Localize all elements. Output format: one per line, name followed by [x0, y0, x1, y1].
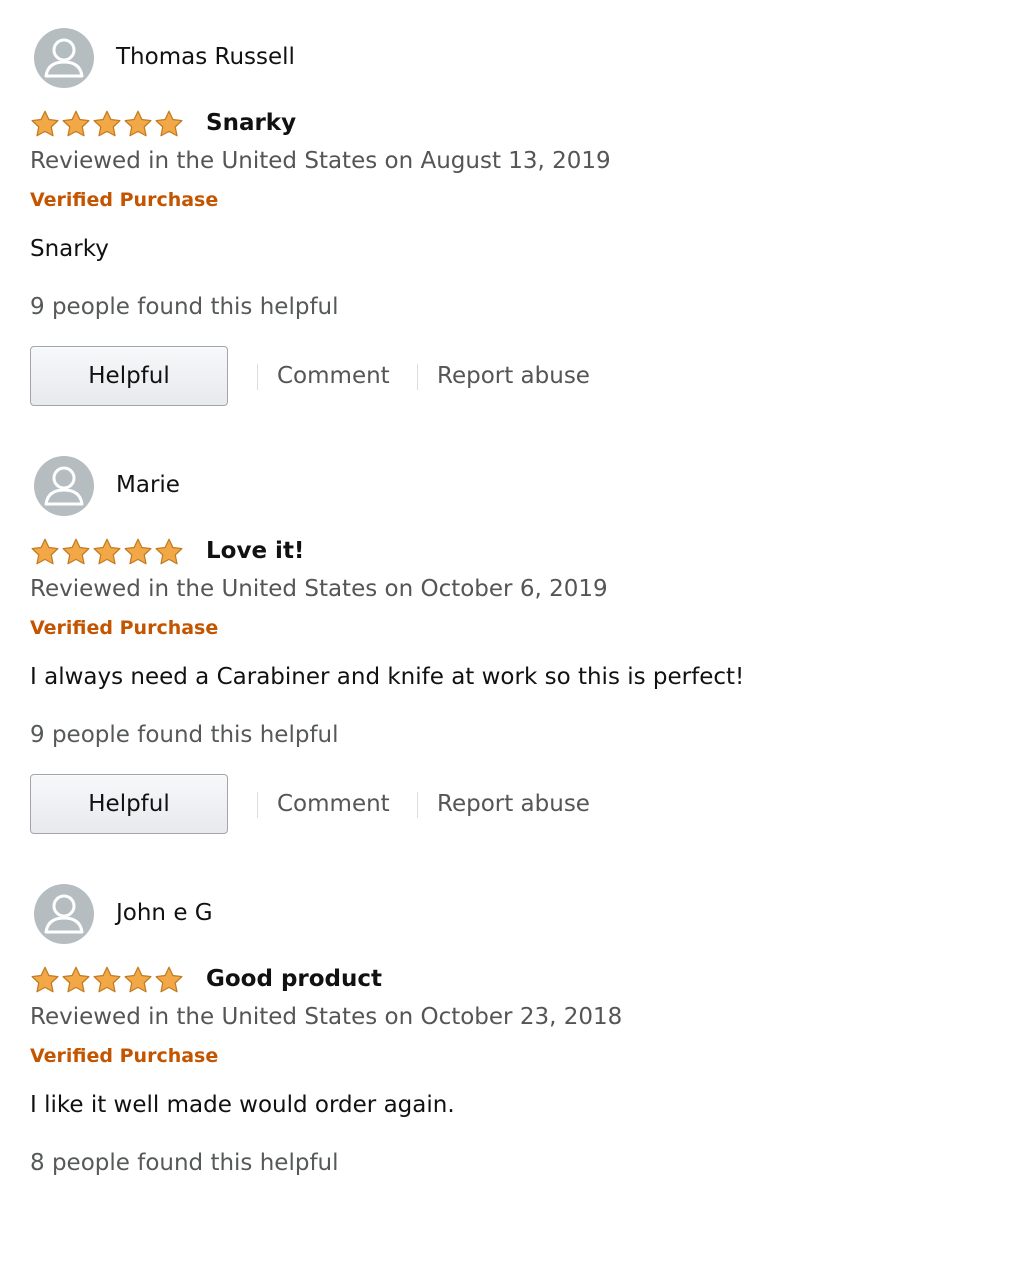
star-icon — [93, 966, 121, 993]
star-icon — [93, 538, 121, 565]
verified-purchase-badge[interactable]: Verified Purchase — [30, 186, 218, 214]
review-actions: Helpful Comment Report abuse — [30, 346, 730, 408]
review-date: Reviewed in the United States on October… — [30, 1004, 623, 1030]
star-icon — [155, 966, 183, 993]
report-abuse-link[interactable]: Report abuse — [437, 360, 590, 392]
star-icon — [31, 966, 59, 993]
reviewer-name[interactable]: John e G — [116, 897, 213, 929]
review-actions: Helpful Comment Report abuse — [30, 774, 730, 836]
review-body: Snarky — [30, 236, 109, 262]
star-icon — [124, 538, 152, 565]
review-date: Reviewed in the United States on October… — [30, 576, 608, 602]
reviewer-name[interactable]: Thomas Russell — [116, 41, 295, 73]
review-body: I like it well made would order again. — [30, 1092, 455, 1118]
review-body: I always need a Carabiner and knife at w… — [30, 664, 745, 690]
star-icon — [155, 110, 183, 137]
comment-link[interactable]: Comment — [277, 788, 390, 820]
star-icon — [62, 110, 90, 137]
review-title[interactable]: Good product — [206, 963, 382, 995]
divider — [257, 364, 258, 390]
helpful-button[interactable]: Helpful — [30, 774, 228, 834]
review-item: John e G Good product Reviewed in the Un… — [0, 856, 1014, 1284]
review-date: Reviewed in the United States on August … — [30, 148, 611, 174]
star-icon — [62, 966, 90, 993]
helpful-count: 9 people found this helpful — [30, 294, 339, 320]
star-rating[interactable] — [30, 537, 184, 567]
report-abuse-link[interactable]: Report abuse — [437, 788, 590, 820]
comment-link[interactable]: Comment — [277, 360, 390, 392]
star-icon — [124, 110, 152, 137]
review-title[interactable]: Love it! — [206, 535, 304, 567]
divider — [417, 792, 418, 818]
star-icon — [62, 538, 90, 565]
default-user-icon — [34, 28, 94, 88]
helpful-count: 8 people found this helpful — [30, 1150, 339, 1176]
star-icon — [31, 110, 59, 137]
review-title[interactable]: Snarky — [206, 107, 296, 139]
helpful-button[interactable]: Helpful — [30, 346, 228, 406]
divider — [417, 364, 418, 390]
review-item: Marie Love it! Reviewed in the United St… — [0, 428, 1014, 856]
review-item: Thomas Russell Snarky Reviewed in the Un… — [0, 0, 1014, 428]
star-icon — [93, 110, 121, 137]
star-rating[interactable] — [30, 109, 184, 139]
verified-purchase-badge[interactable]: Verified Purchase — [30, 1042, 218, 1070]
star-rating[interactable] — [30, 965, 184, 995]
helpful-count: 9 people found this helpful — [30, 722, 339, 748]
default-user-icon — [34, 456, 94, 516]
divider — [257, 792, 258, 818]
reviewer-name[interactable]: Marie — [116, 469, 180, 501]
default-user-icon — [34, 884, 94, 944]
star-icon — [124, 966, 152, 993]
verified-purchase-badge[interactable]: Verified Purchase — [30, 614, 218, 642]
star-icon — [31, 538, 59, 565]
star-icon — [155, 538, 183, 565]
